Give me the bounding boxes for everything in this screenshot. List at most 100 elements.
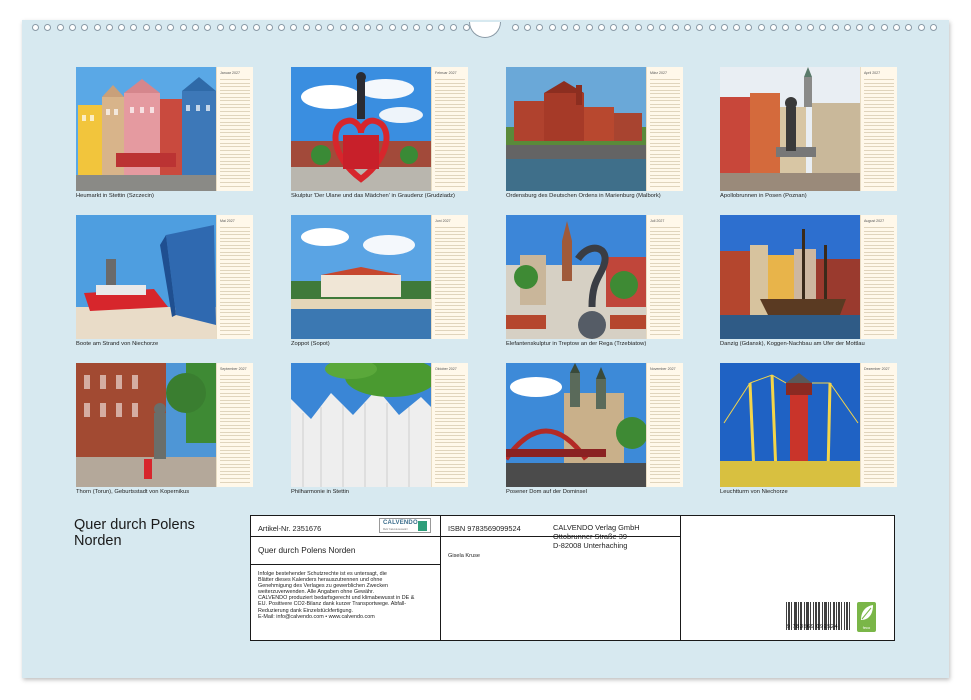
day-line (220, 237, 250, 239)
day-line (864, 125, 894, 127)
day-line (650, 280, 680, 282)
day-line (220, 446, 250, 447)
day-line (435, 283, 465, 285)
binding-ring (905, 24, 913, 31)
day-line (220, 164, 250, 166)
day-line (220, 481, 250, 483)
day-line (435, 160, 465, 162)
month-label: Januar 2027 (220, 71, 240, 75)
day-line (435, 460, 465, 462)
day-line (220, 234, 250, 236)
month-tile: Juli 2027 Elefantenskulptur in Treptow a… (506, 215, 683, 347)
day-line (435, 181, 465, 183)
day-line (220, 375, 250, 376)
day-line (864, 251, 894, 253)
day-line (435, 463, 465, 465)
day-line (220, 442, 250, 444)
day-line (435, 146, 465, 148)
day-line (220, 287, 250, 289)
binding-ring (364, 24, 372, 31)
photo-caption: Posener Dom auf der Dominsel (506, 489, 587, 495)
day-line (650, 477, 680, 479)
binding-ring (56, 24, 64, 31)
day-line (864, 227, 894, 228)
day-line (864, 453, 894, 455)
day-line (650, 287, 680, 289)
day-line (435, 431, 465, 433)
day-line (220, 241, 250, 243)
day-line (435, 110, 465, 112)
day-line (864, 312, 894, 314)
day-line (435, 298, 465, 299)
month-photo (76, 215, 216, 339)
binding-ring (437, 24, 445, 31)
day-line (220, 421, 250, 423)
binding-ring (302, 24, 310, 31)
day-line (220, 463, 250, 465)
day-line (864, 326, 894, 328)
day-line (435, 273, 465, 275)
binding-ring (856, 24, 864, 31)
day-line (435, 103, 465, 105)
day-line (650, 255, 680, 257)
binding-ring (450, 24, 458, 31)
day-line (220, 142, 250, 144)
day-line (650, 474, 680, 476)
day-line (650, 385, 680, 387)
day-line (864, 262, 894, 264)
day-line (650, 128, 680, 130)
binding-ring (413, 24, 421, 31)
binding-ring (191, 24, 199, 31)
binding-ring (32, 24, 39, 31)
day-line (435, 139, 465, 141)
day-line (435, 392, 465, 394)
month-photo (506, 363, 646, 487)
day-line (220, 255, 250, 257)
day-line (435, 266, 465, 268)
day-line (864, 449, 894, 451)
month-label: Februar 2027 (435, 71, 457, 75)
day-line (650, 315, 680, 317)
day-line (435, 128, 465, 130)
day-line (650, 428, 680, 430)
day-line (220, 276, 250, 278)
month-photo (720, 67, 860, 191)
day-line (220, 417, 250, 419)
day-line (435, 399, 465, 401)
day-line (220, 79, 250, 80)
day-line (435, 258, 465, 260)
binding-ring (634, 24, 642, 31)
day-line (864, 315, 894, 317)
binding-ring (893, 24, 900, 31)
day-line (220, 160, 250, 162)
day-line (864, 414, 894, 416)
day-line (220, 477, 250, 479)
day-line (435, 449, 465, 451)
day-line (864, 107, 894, 109)
day-line (864, 269, 894, 271)
day-line (220, 315, 250, 317)
day-line (864, 150, 894, 151)
day-line (435, 308, 465, 310)
day-line (220, 114, 250, 116)
day-line (220, 132, 250, 134)
day-line (864, 463, 894, 465)
day-line (864, 428, 894, 430)
day-line (650, 399, 680, 401)
day-line (435, 287, 465, 289)
binding-ring (757, 24, 765, 31)
day-line (435, 237, 465, 239)
photo-caption: Philharmonie in Stettin (291, 489, 350, 495)
month-photo (506, 215, 646, 339)
day-line (435, 178, 465, 180)
day-line (650, 438, 680, 440)
day-line (864, 438, 894, 440)
month-photo (291, 215, 431, 339)
day-line (435, 442, 465, 444)
day-line (650, 421, 680, 423)
day-line (650, 103, 680, 105)
divider (440, 516, 441, 640)
photo-caption: Ordensburg des Deutschen Ordens in Marie… (506, 193, 661, 199)
day-line (435, 385, 465, 387)
binding-ring (647, 24, 654, 31)
